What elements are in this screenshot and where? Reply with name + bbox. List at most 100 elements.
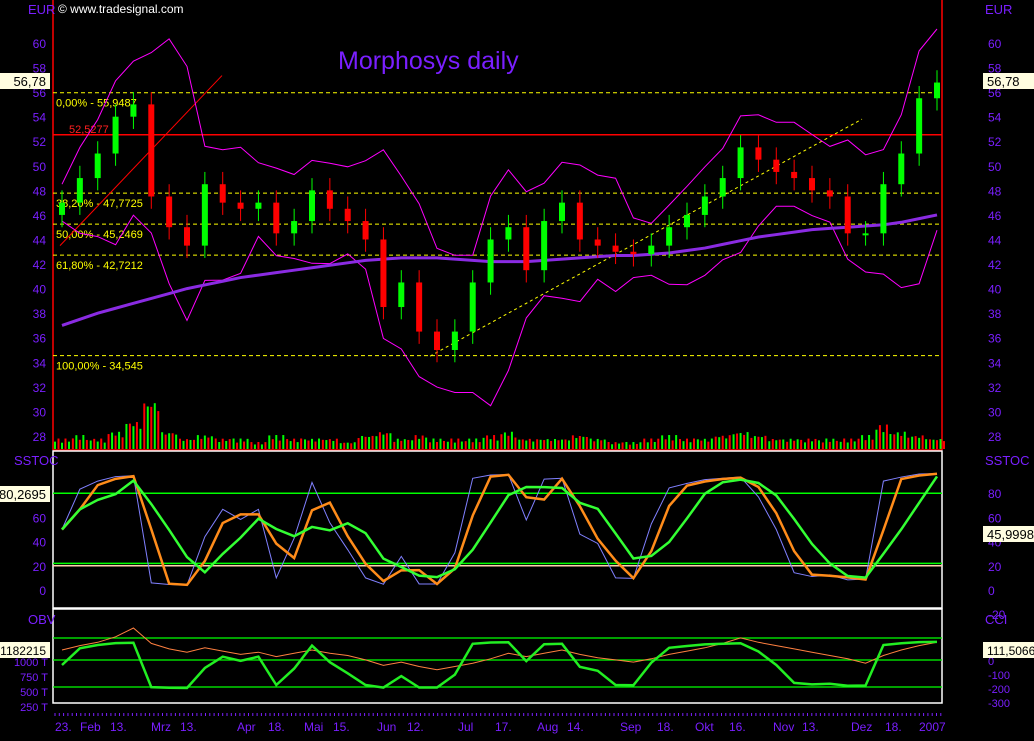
volume-bar — [460, 441, 463, 449]
sstoc-tick-left: 0 — [39, 584, 46, 598]
volume-bar — [146, 406, 149, 449]
volume-bar — [696, 439, 699, 449]
price-tick-left: 36 — [33, 332, 47, 346]
volume-bar — [214, 438, 217, 449]
sstoc-tick-left: 20 — [33, 560, 47, 574]
volume-bar — [839, 441, 842, 449]
price-tick-left: 54 — [33, 111, 47, 125]
volume-bar — [596, 438, 599, 449]
volume-bar — [525, 440, 528, 449]
volume-bar — [207, 437, 210, 449]
volume-bar — [78, 439, 81, 449]
volume-bar — [71, 438, 74, 449]
candle — [541, 221, 548, 271]
volume-bar — [443, 440, 445, 449]
candle — [648, 245, 655, 255]
candle — [487, 239, 494, 283]
volume-bar — [164, 434, 167, 449]
volume-bar — [885, 424, 888, 449]
x-tick-label: 16. — [729, 720, 746, 734]
volume-bar — [304, 439, 306, 449]
volume-bar — [532, 441, 535, 449]
volume-bar — [225, 440, 228, 449]
price-tick-right: 36 — [988, 332, 1002, 346]
volume-bar — [686, 438, 688, 449]
volume-bar — [150, 406, 153, 449]
volume-bar — [57, 438, 60, 449]
svg-text:56,78: 56,78 — [13, 74, 46, 89]
candle — [309, 190, 315, 222]
volume-bar — [664, 439, 667, 449]
volume-bar — [357, 438, 360, 449]
fibonacci-label: 50,00% - 45,2469 — [56, 229, 143, 241]
price-tick-right: 46 — [988, 209, 1002, 223]
volume-bar — [161, 432, 164, 449]
volume-bar — [186, 439, 188, 449]
candle — [844, 196, 851, 234]
volume-bar — [393, 441, 396, 449]
x-tick-label: 13. — [180, 720, 197, 734]
volume-bar — [311, 438, 313, 449]
fibonacci-label: 0,00% - 55,9487 — [56, 98, 137, 110]
candle — [219, 184, 226, 203]
volume-bar — [911, 436, 914, 449]
price-tick-right: 34 — [988, 356, 1002, 370]
volume-bar — [396, 438, 399, 449]
volume-bar — [675, 435, 678, 449]
volume-bar — [307, 440, 310, 449]
x-tick-label: Dez — [851, 720, 872, 734]
fibonacci-label: 61,80% - 42,7212 — [56, 260, 143, 272]
volume-bar — [453, 442, 456, 449]
volume-bar — [368, 436, 371, 449]
volume-bar — [907, 437, 910, 449]
volume-bar — [139, 428, 142, 449]
volume-bar — [789, 438, 792, 449]
volume-bar — [703, 438, 706, 449]
candle — [255, 202, 262, 209]
candle — [237, 202, 244, 209]
candle — [76, 178, 83, 203]
price-tick-left: 48 — [33, 184, 47, 198]
volume-bar — [835, 440, 838, 449]
x-tick-label: Aug — [537, 720, 558, 734]
volume-bar — [318, 438, 320, 449]
volume-bar — [846, 442, 849, 449]
sstoc-tick-right: 80 — [988, 487, 1002, 501]
volume-bar — [75, 435, 78, 449]
candle — [576, 202, 583, 240]
volume-bar — [710, 438, 713, 449]
candle — [916, 98, 923, 154]
volume-bar — [929, 439, 931, 449]
candle — [184, 227, 190, 246]
volume-bar — [496, 440, 499, 449]
volume-bar — [554, 438, 556, 449]
obv-tick-left: 750 T — [20, 672, 48, 684]
candle — [326, 190, 333, 209]
volume-bar — [539, 439, 542, 449]
volume-bar — [821, 442, 824, 449]
volume-bar — [100, 438, 103, 449]
volume-bar — [482, 437, 485, 449]
x-tick-label: 13. — [802, 720, 819, 734]
volume-bar — [828, 441, 831, 449]
x-tick-label: Okt — [695, 720, 714, 734]
price-tick-left: 40 — [33, 283, 47, 297]
volume-bar — [114, 435, 117, 449]
price-tick-right: 38 — [988, 307, 1002, 321]
volume-bar — [921, 435, 924, 449]
volume-bar — [775, 440, 778, 449]
volume-bar — [900, 435, 903, 449]
volume-bar — [739, 433, 742, 449]
candle — [630, 251, 637, 255]
volume-bar — [650, 438, 653, 449]
volume-bar — [721, 435, 724, 449]
candle — [148, 104, 155, 197]
volume-bar — [593, 441, 596, 449]
volume-bar — [796, 439, 799, 449]
volume-bar — [832, 438, 835, 449]
volume-bar — [93, 438, 96, 449]
volume-bar — [411, 440, 414, 449]
price-tick-left: 30 — [33, 405, 47, 419]
volume-bar — [728, 435, 731, 449]
volume-bar — [671, 440, 674, 449]
